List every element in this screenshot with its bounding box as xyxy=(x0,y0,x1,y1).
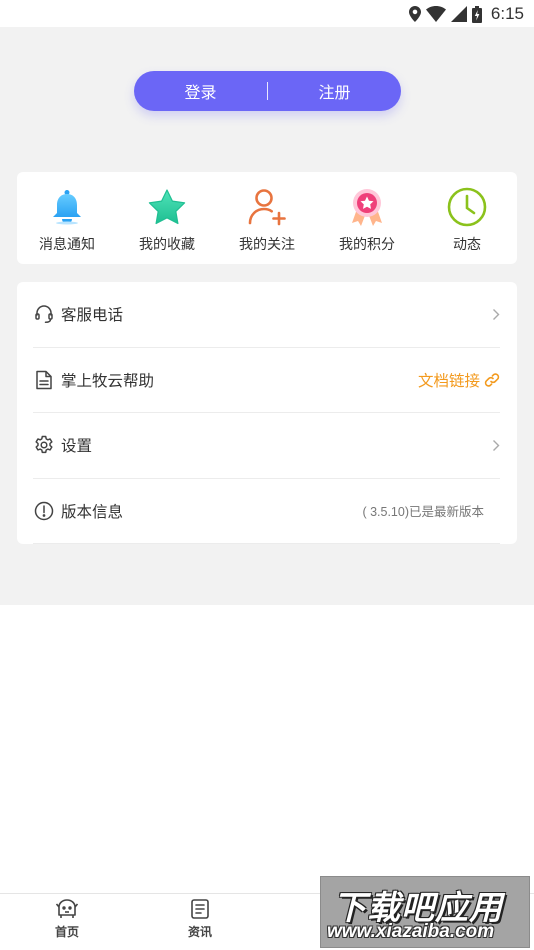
link-icon xyxy=(484,373,500,387)
location-icon xyxy=(408,6,421,22)
tab-home[interactable]: 首页 xyxy=(37,898,97,940)
home-icon xyxy=(55,899,79,918)
menu-item-settings[interactable]: 设置 xyxy=(33,413,500,479)
wifi-icon xyxy=(425,6,446,22)
battery-icon xyxy=(471,5,482,23)
clock-icon xyxy=(447,187,487,227)
chevron-right-icon xyxy=(493,308,500,320)
tab-label-home: 首页 xyxy=(54,925,79,939)
quick-item-following[interactable]: 我的关注 xyxy=(217,172,317,264)
menu-card: 客服电话 掌上牧云帮助 文档链接 设置 版本信息 (3.5.10)已是最新版本 xyxy=(17,282,517,544)
quick-label-favorites: 我的收藏 xyxy=(139,237,195,253)
bell-icon xyxy=(47,187,87,227)
document-icon xyxy=(33,369,55,391)
headset-icon xyxy=(33,303,55,325)
quick-item-activity[interactable]: 动态 xyxy=(417,172,517,264)
menu-label-settings: 设置 xyxy=(61,437,93,456)
status-time: 6:15 xyxy=(490,4,524,23)
quick-item-favorites[interactable]: 我的收藏 xyxy=(117,172,217,264)
quick-item-notifications[interactable]: 消息通知 xyxy=(17,172,117,264)
quick-label-activity: 动态 xyxy=(453,237,481,253)
medal-icon xyxy=(347,187,387,227)
menu-label-customer-service: 客服电话 xyxy=(61,306,124,325)
quick-item-points[interactable]: 我的积分 xyxy=(317,172,417,264)
auth-pill: 登录 注册 xyxy=(134,71,401,111)
chevron-right-icon xyxy=(493,439,500,451)
menu-item-version[interactable]: 版本信息 ( 3.5.10)已是最新版本 xyxy=(33,479,500,544)
login-button[interactable]: 登录 xyxy=(134,79,267,103)
menu-item-customer-service[interactable]: 客服电话 xyxy=(33,282,500,348)
quick-label-notifications: 消息通知 xyxy=(39,237,95,253)
status-icons: 6:15 xyxy=(408,4,524,24)
tab-news[interactable]: 资讯 xyxy=(170,898,230,940)
menu-label-help: 掌上牧云帮助 xyxy=(61,371,155,390)
menu-item-help[interactable]: 掌上牧云帮助 文档链接 xyxy=(33,348,500,413)
user-add-icon xyxy=(247,187,287,227)
watermark: 下载吧应用 www.xiazaiba.com xyxy=(320,876,530,948)
register-button[interactable]: 注册 xyxy=(268,79,401,103)
quick-label-points: 我的积分 xyxy=(339,237,395,253)
status-bar: 6:15 xyxy=(0,0,534,27)
quick-label-following: 我的关注 xyxy=(239,237,295,253)
watermark-url: www.xiazaiba.com xyxy=(327,921,495,942)
version-info: ( 3.5.10)已是最新版本 xyxy=(362,505,484,520)
news-icon xyxy=(191,899,209,919)
signal-icon xyxy=(450,6,467,22)
gear-icon xyxy=(33,434,55,456)
doc-link[interactable]: 文档链接 xyxy=(418,369,480,391)
quick-actions-card: 消息通知 我的收藏 我的关注 我的积分 动态 xyxy=(17,172,517,264)
info-icon xyxy=(33,500,55,522)
star-icon xyxy=(147,187,187,227)
menu-label-version: 版本信息 xyxy=(61,502,124,521)
tab-label-news: 资讯 xyxy=(187,925,212,939)
